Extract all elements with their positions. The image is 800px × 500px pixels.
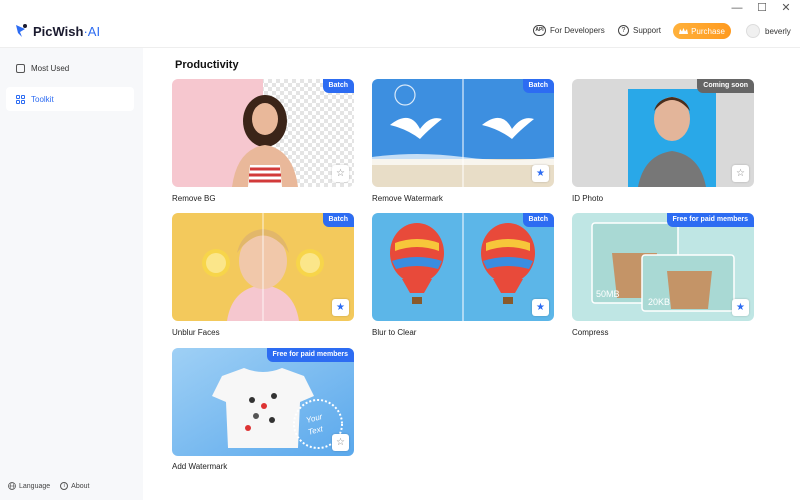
for-developers-link[interactable]: API For Developers — [533, 25, 605, 36]
card-badge: Free for paid members — [266, 348, 354, 362]
sidebar-item-most-used[interactable]: Most Used — [6, 56, 134, 80]
globe-icon — [8, 482, 16, 490]
tool-card-label: Unblur Faces — [172, 328, 220, 337]
compress-size-before: 50MB — [596, 289, 620, 299]
purchase-label: Purchase — [691, 26, 725, 36]
toolkit-grid-icon — [16, 94, 25, 104]
app-header: PicWish·AI API For Developers ? Support … — [0, 16, 800, 48]
tool-card-unblur-faces[interactable]: Batch ★ — [172, 213, 354, 321]
favorite-star-icon[interactable]: ☆ — [732, 165, 749, 182]
card-badge: Free for paid members — [666, 213, 754, 227]
api-icon: API — [533, 25, 546, 36]
language-label: Language — [19, 482, 51, 490]
sidebar: Most Used Toolkit — [0, 48, 143, 500]
window-titlebar: — ☐ ✕ — [0, 0, 800, 16]
avatar[interactable] — [746, 24, 760, 38]
favorite-star-icon[interactable]: ★ — [732, 299, 749, 316]
compress-size-after: 20KB — [648, 297, 671, 307]
tool-card-label: Compress — [572, 328, 609, 337]
crown-icon — [679, 27, 689, 34]
language-link[interactable]: Language — [8, 482, 50, 490]
tool-card-label: Remove Watermark — [372, 194, 443, 203]
sidebar-item-label: Most Used — [31, 63, 70, 73]
most-used-icon — [16, 63, 25, 73]
tool-card-label: Add Watermark — [172, 462, 228, 471]
sidebar-footer: Language i About — [8, 482, 89, 490]
support-link[interactable]: ? Support — [618, 25, 661, 36]
card-badge: Coming soon — [697, 79, 754, 93]
sidebar-item-toolkit[interactable]: Toolkit — [6, 87, 134, 111]
tool-card-label: Blur to Clear — [372, 328, 417, 337]
purchase-button[interactable]: Purchase — [673, 23, 731, 39]
card-badge: Batch — [522, 79, 554, 93]
picwish-logo-icon — [16, 24, 27, 37]
unblur-faces-preview-image — [172, 213, 354, 321]
close-icon[interactable]: ✕ — [780, 2, 792, 14]
card-badge: Batch — [322, 79, 354, 93]
support-icon: ? — [618, 25, 629, 36]
tool-card-label: Remove BG — [172, 194, 216, 203]
remove-watermark-preview-image — [372, 79, 554, 187]
info-icon: i — [60, 482, 69, 490]
sidebar-item-label: Toolkit — [31, 94, 54, 104]
minimize-icon[interactable]: — — [731, 2, 743, 14]
app-logo[interactable]: PicWish·AI — [14, 23, 100, 39]
tool-card-remove-bg[interactable]: Batch ☆ — [172, 79, 354, 187]
favorite-star-icon[interactable]: ★ — [332, 299, 349, 316]
add-watermark-preview-image — [172, 348, 354, 456]
blur-to-clear-preview-image — [372, 213, 554, 321]
tool-card-remove-watermark[interactable]: Batch ★ — [372, 79, 554, 187]
support-label: Support — [633, 26, 662, 35]
tool-card-compress[interactable]: 50MB 20KB Free for paid members ★ — [572, 213, 754, 321]
about-link[interactable]: i About — [60, 482, 89, 490]
id-photo-preview-image — [572, 79, 754, 187]
about-label: About — [71, 482, 90, 490]
remove-bg-preview-image — [172, 79, 354, 187]
tool-card-blur-to-clear[interactable]: Batch ★ — [372, 213, 554, 321]
favorite-star-icon[interactable]: ☆ — [332, 165, 349, 182]
tool-card-add-watermark[interactable]: Your Text Free for paid members ☆ — [172, 348, 354, 456]
username[interactable]: beverly — [765, 27, 791, 36]
maximize-icon[interactable]: ☐ — [756, 2, 768, 14]
favorite-star-icon[interactable]: ★ — [532, 165, 549, 182]
tool-card-label: ID Photo — [572, 194, 604, 203]
favorite-star-icon[interactable]: ★ — [532, 299, 549, 316]
section-title: Productivity — [175, 59, 239, 71]
for-developers-label: For Developers — [550, 26, 605, 35]
card-badge: Batch — [322, 213, 354, 227]
favorite-star-icon[interactable]: ☆ — [332, 434, 349, 451]
card-badge: Batch — [522, 213, 554, 227]
tool-card-id-photo[interactable]: Coming soon ☆ — [572, 79, 754, 187]
app-name: PicWish·AI — [33, 23, 101, 39]
